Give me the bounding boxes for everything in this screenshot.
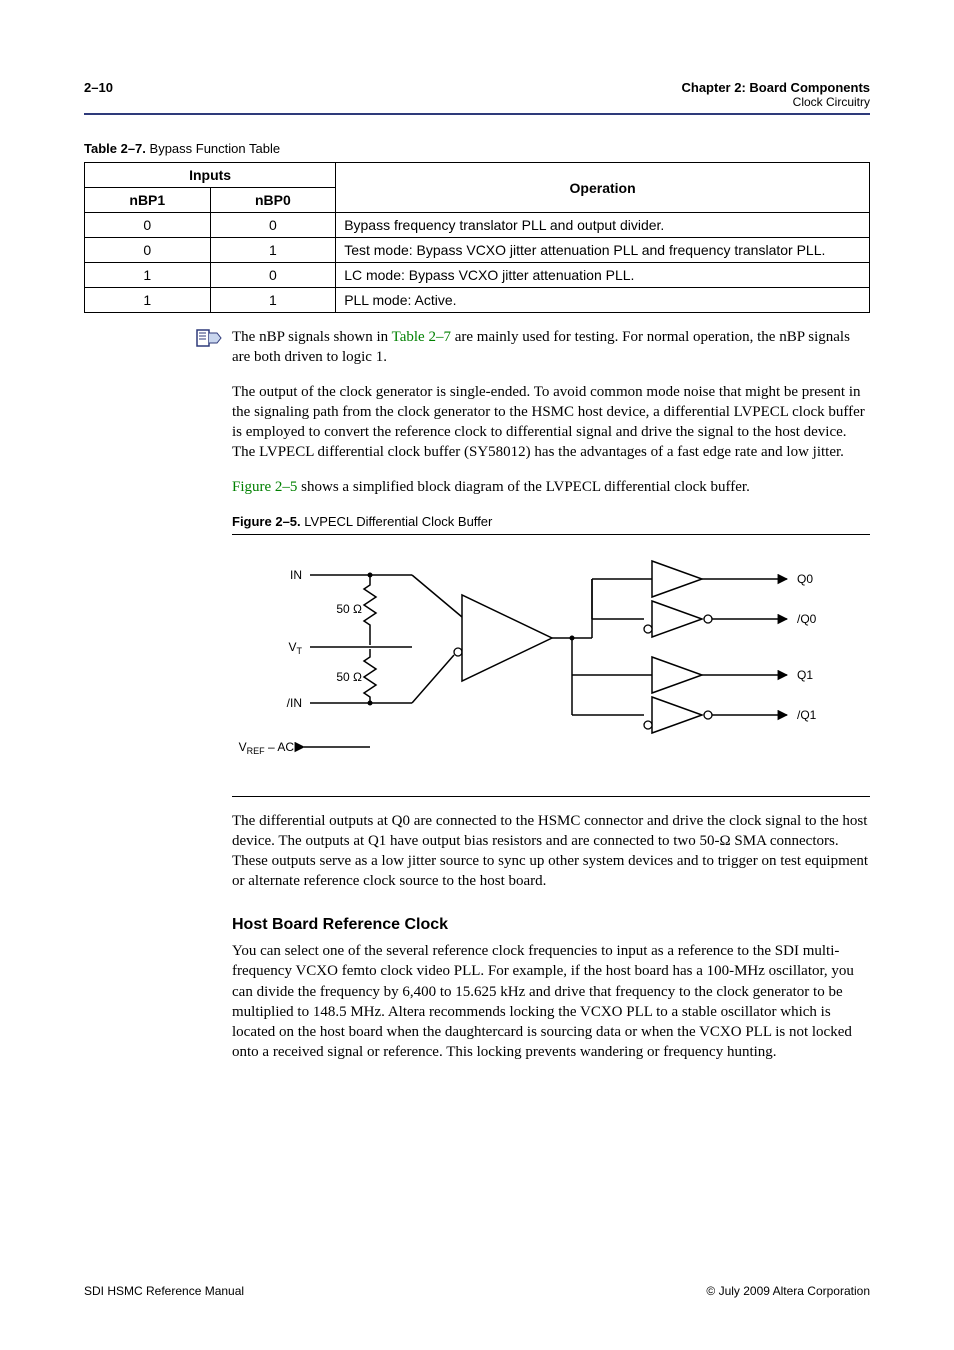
bypass-table: Inputs Operation nBP1 nBP0 0 0 Bypass fr… xyxy=(84,162,870,313)
cell: 0 xyxy=(210,213,336,238)
footer-left: SDI HSMC Reference Manual xyxy=(84,1284,244,1298)
cell: 0 xyxy=(85,238,211,263)
svg-text:/IN: /IN xyxy=(287,696,302,710)
label-r50a: 50 Ω xyxy=(336,602,362,616)
cell: 0 xyxy=(85,213,211,238)
cell: LC mode: Bypass VCXO jitter attenuation … xyxy=(336,263,870,288)
label-q0: Q0 xyxy=(797,572,813,586)
paragraph: Figure 2–5 shows a simplified block diag… xyxy=(232,477,870,497)
figure-diagram: IN VT /IN VREF – AC 50 Ω 50 Ω xyxy=(232,541,870,796)
cell: Bypass frequency translator PLL and outp… xyxy=(336,213,870,238)
section-title: Clock Circuitry xyxy=(681,95,870,109)
svg-text:IN: IN xyxy=(290,568,302,582)
figure-ref-link[interactable]: Figure 2–5 xyxy=(232,479,297,495)
page-header: 2–10 Chapter 2: Board Components Clock C… xyxy=(84,80,870,115)
th-nbp0: nBP0 xyxy=(210,188,336,213)
cell: 1 xyxy=(85,288,211,313)
table-row: 0 0 Bypass frequency translator PLL and … xyxy=(85,213,870,238)
label-q1n: /Q1 xyxy=(797,708,817,722)
table-row: 0 1 Test mode: Bypass VCXO jitter attenu… xyxy=(85,238,870,263)
th-inputs: Inputs xyxy=(85,163,336,188)
heading-host-board-ref-clock: Host Board Reference Clock xyxy=(232,914,870,936)
cell: 0 xyxy=(210,263,336,288)
cell: PLL mode: Active. xyxy=(336,288,870,313)
figure-caption-num: Figure 2–5. xyxy=(232,514,301,529)
chapter-title: Chapter 2: Board Components xyxy=(681,80,870,95)
note-paragraph: The nBP signals shown in Table 2–7 are m… xyxy=(232,327,870,368)
note-text-pre: The nBP signals shown in xyxy=(232,329,392,345)
label-q0n: /Q0 xyxy=(797,612,817,626)
cell: 1 xyxy=(210,288,336,313)
note-icon xyxy=(196,329,222,347)
paragraph-text: shows a simplified block diagram of the … xyxy=(297,479,749,495)
paragraph: You can select one of the several refere… xyxy=(232,941,870,1063)
footer-right: © July 2009 Altera Corporation xyxy=(706,1284,870,1298)
cell: 1 xyxy=(85,263,211,288)
label-r50b: 50 Ω xyxy=(336,670,362,684)
table-row: 1 0 LC mode: Bypass VCXO jitter attenuat… xyxy=(85,263,870,288)
page-number: 2–10 xyxy=(84,80,113,109)
table-caption: Table 2–7. Bypass Function Table xyxy=(84,141,870,156)
th-operation: Operation xyxy=(336,163,870,213)
table-caption-num: Table 2–7. xyxy=(84,141,146,156)
svg-text:VT: VT xyxy=(288,640,302,656)
label-q1: Q1 xyxy=(797,668,813,682)
table-ref-link[interactable]: Table 2–7 xyxy=(392,329,451,345)
cell: 1 xyxy=(210,238,336,263)
table-row: 1 1 PLL mode: Active. xyxy=(85,288,870,313)
cell: Test mode: Bypass VCXO jitter attenuatio… xyxy=(336,238,870,263)
header-right: Chapter 2: Board Components Clock Circui… xyxy=(681,80,870,109)
paragraph: The output of the clock generator is sin… xyxy=(232,382,870,463)
paragraph: The differential outputs at Q0 are conne… xyxy=(232,811,870,892)
figure-caption: Figure 2–5. LVPECL Differential Clock Bu… xyxy=(232,513,870,536)
svg-text:VREF – AC: VREF – AC xyxy=(239,740,295,756)
page-footer: SDI HSMC Reference Manual © July 2009 Al… xyxy=(84,1284,870,1298)
label-in-n: /IN xyxy=(287,696,302,710)
label-in: IN xyxy=(290,568,302,582)
th-nbp1: nBP1 xyxy=(85,188,211,213)
table-caption-title: Bypass Function Table xyxy=(146,141,280,156)
figure-caption-title: LVPECL Differential Clock Buffer xyxy=(301,514,493,529)
